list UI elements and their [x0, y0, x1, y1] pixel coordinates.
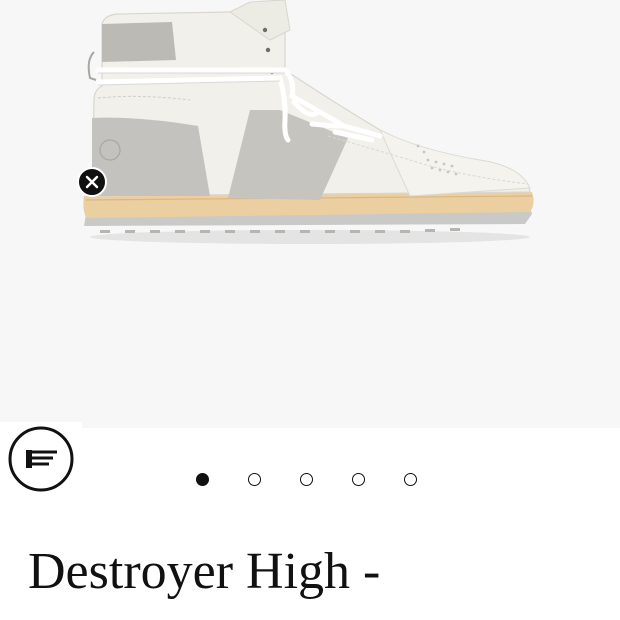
product-image-area — [0, 0, 620, 428]
image-carousel-dots — [196, 472, 417, 486]
product-title: Destroyer High - — [28, 543, 381, 600]
close-icon — [85, 175, 99, 189]
shoe-heel-counter — [92, 117, 210, 196]
brand-badge[interactable] — [0, 422, 82, 495]
shoe-heel-loop — [87, 51, 97, 81]
shoe-tread — [100, 228, 460, 233]
carousel-dot-5[interactable] — [404, 472, 417, 486]
shoe-heel-top-suede — [102, 22, 176, 62]
product-image[interactable] — [80, 0, 540, 250]
carousel-dot-3[interactable] — [300, 472, 313, 486]
brand-logo-icon — [8, 426, 74, 491]
close-button[interactable] — [77, 167, 107, 197]
carousel-dot-4[interactable] — [352, 472, 365, 486]
product-page: Destroyer High - — [0, 0, 620, 620]
carousel-dot-2[interactable] — [248, 472, 261, 486]
carousel-dot-1[interactable] — [196, 472, 209, 486]
